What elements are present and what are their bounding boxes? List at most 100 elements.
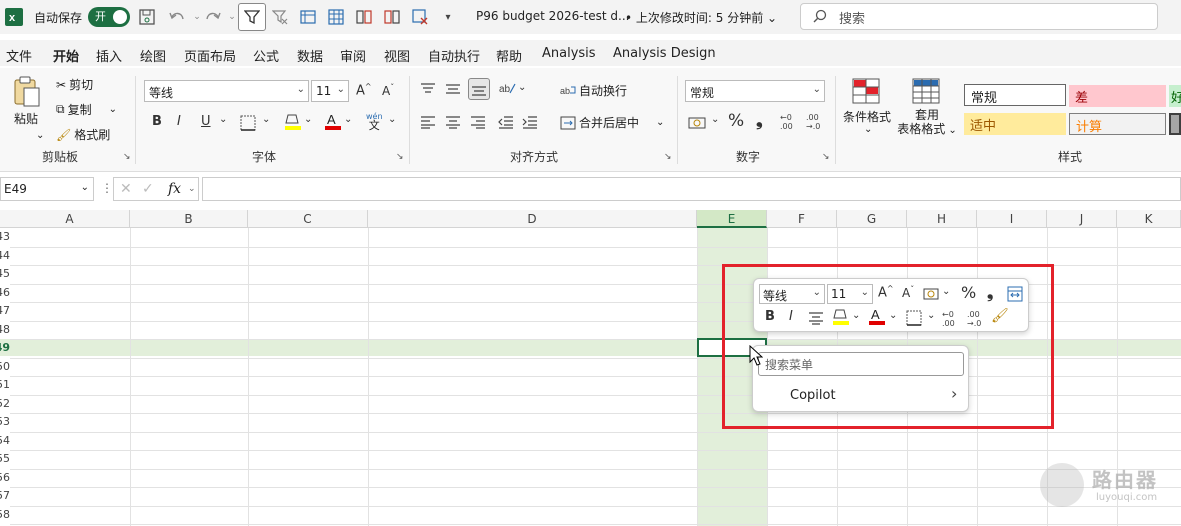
mini-borders-icon[interactable] <box>906 310 922 326</box>
row-header-48[interactable]: 48 <box>0 323 10 342</box>
mini-accounting-icon[interactable] <box>923 287 941 301</box>
row-header-45[interactable]: 45 <box>0 267 10 286</box>
context-menu-item-copilot[interactable]: Copilot <box>790 388 836 403</box>
row-header-52[interactable]: 52 <box>0 397 10 416</box>
shrink-font-icon[interactable]: Aˇ <box>382 83 394 98</box>
conditional-formatting-icon[interactable] <box>852 78 880 104</box>
row-header-53[interactable]: 53 <box>0 415 10 434</box>
row-header-46[interactable]: 46 <box>0 286 10 305</box>
clipboard-launcher-icon[interactable]: ↘ <box>123 152 131 162</box>
merge-dropdown-icon[interactable]: ⌄ <box>656 117 664 128</box>
tab-insert[interactable]: 插入 <box>96 46 122 65</box>
orientation-dropdown-icon[interactable]: ⌄ <box>518 82 526 93</box>
cell-style-bad[interactable]: 差 <box>1069 85 1166 107</box>
mini-grow-font-icon[interactable]: A^ <box>878 284 894 300</box>
row-header-58[interactable]: 58 <box>0 508 10 526</box>
bold-button[interactable]: B <box>152 114 162 129</box>
column-header-e[interactable]: E <box>697 210 767 228</box>
split-columns-icon[interactable] <box>382 7 402 27</box>
paste-dropdown-icon[interactable]: ⌄ <box>36 130 44 141</box>
cell-style-neutral[interactable]: 适中 <box>964 113 1066 135</box>
decrease-decimal-icon[interactable]: .00 →.0 <box>806 113 820 131</box>
column-header-a[interactable]: A <box>10 210 130 228</box>
row-header-47[interactable]: 47 <box>0 304 10 323</box>
column-header-c[interactable]: C <box>248 210 368 228</box>
mini-align-center-icon[interactable] <box>808 311 824 325</box>
align-right-icon[interactable] <box>470 115 486 129</box>
search-box[interactable]: 搜索 <box>800 3 1158 30</box>
align-center-icon[interactable] <box>445 115 461 129</box>
tab-analysis[interactable]: Analysis <box>542 46 596 61</box>
decrease-indent-icon[interactable] <box>498 115 514 129</box>
phonetic-guide-icon[interactable]: wén 文 <box>366 112 383 131</box>
borders-dropdown-icon[interactable]: ⌄ <box>262 114 270 125</box>
mini-shrink-font-icon[interactable]: Aˇ <box>902 285 914 300</box>
mini-font-color-icon[interactable]: A <box>868 307 886 327</box>
fill-color-dropdown-icon[interactable]: ⌄ <box>304 114 312 125</box>
delete-sheet-icon[interactable] <box>410 7 430 27</box>
underline-button[interactable]: U <box>201 114 211 129</box>
columns-icon[interactable] <box>354 7 374 27</box>
font-color-dropdown-icon[interactable]: ⌄ <box>344 114 352 125</box>
tab-file[interactable]: 文件 <box>6 46 32 65</box>
tab-view[interactable]: 视图 <box>384 46 410 65</box>
mini-borders-dropdown-icon[interactable]: ⌄ <box>927 310 935 321</box>
redo-icon[interactable] <box>203 7 223 27</box>
increase-decimal-icon[interactable]: ←0.00 <box>780 113 793 131</box>
phonetic-dropdown-icon[interactable]: ⌄ <box>388 114 396 125</box>
mini-percent-button[interactable]: % <box>961 283 976 302</box>
font-name-dropdown[interactable]: 等线 ⌄ <box>144 80 309 102</box>
column-header-h[interactable]: H <box>907 210 977 228</box>
wrap-text-button[interactable]: ab 自动换行 <box>560 82 627 99</box>
accounting-format-icon[interactable] <box>688 115 708 131</box>
chevron-down-icon[interactable]: ⌄ <box>188 184 196 194</box>
mini-accounting-dropdown-icon[interactable]: ⌄ <box>942 286 950 297</box>
row-header-50[interactable]: 50 <box>0 360 10 379</box>
undo-icon[interactable] <box>167 7 187 27</box>
cell-style-normal[interactable]: 常规 <box>964 84 1066 106</box>
mini-fill-color-dropdown-icon[interactable]: ⌄ <box>852 310 860 321</box>
insert-function-button[interactable]: fx <box>168 181 181 197</box>
cancel-icon[interactable]: ✕ <box>120 181 132 197</box>
row-header-57[interactable]: 57 <box>0 489 10 508</box>
column-header-k[interactable]: K <box>1117 210 1181 228</box>
format-as-table-button[interactable]: 套用 表格格式 ⌄ <box>896 108 958 138</box>
tab-analysis-design[interactable]: Analysis Design <box>613 46 716 61</box>
tab-review[interactable]: 审阅 <box>340 46 366 65</box>
row-header-54[interactable]: 54 <box>0 434 10 453</box>
column-header-f[interactable]: F <box>767 210 837 228</box>
tab-page-layout[interactable]: 页面布局 <box>184 46 236 65</box>
align-middle-icon[interactable] <box>445 82 461 96</box>
clear-filter-icon[interactable] <box>270 7 290 27</box>
alignment-launcher-icon[interactable]: ↘ <box>664 152 672 162</box>
copy-button[interactable]: ⧉ 复制 ⌄ <box>56 101 117 118</box>
font-size-dropdown[interactable]: 11 ⌄ <box>311 80 349 102</box>
conditional-dropdown-icon[interactable]: ⌄ <box>864 124 872 135</box>
conditional-formatting-button[interactable]: 条件格式 <box>843 108 891 125</box>
increase-indent-icon[interactable] <box>522 115 538 129</box>
row-header-55[interactable]: 55 <box>0 452 10 471</box>
row-header-56[interactable]: 56 <box>0 471 10 490</box>
row-header-51[interactable]: 51 <box>0 378 10 397</box>
grow-font-icon[interactable]: A^ <box>356 82 372 98</box>
document-title[interactable]: P96 budget 2026-test d... <box>476 9 629 23</box>
align-bottom-icon[interactable] <box>468 78 490 100</box>
paste-button[interactable]: 粘贴 <box>14 110 38 127</box>
column-header-i[interactable]: I <box>977 210 1047 228</box>
enter-icon[interactable]: ✓ <box>142 181 154 197</box>
row-header-49[interactable]: 49 <box>0 341 10 360</box>
column-header-b[interactable]: B <box>130 210 248 228</box>
formula-input[interactable] <box>202 177 1181 201</box>
tab-formulas[interactable]: 公式 <box>253 46 279 65</box>
mini-italic-button[interactable]: I <box>789 309 793 324</box>
align-top-icon[interactable] <box>420 82 436 96</box>
percent-button[interactable]: % <box>728 111 744 131</box>
underline-dropdown-icon[interactable]: ⌄ <box>219 114 227 125</box>
tab-home[interactable]: 开始 <box>53 46 80 71</box>
format-painter-button[interactable]: 🖌 格式刷 <box>56 126 110 143</box>
cell-style-calculation[interactable]: 计算 <box>1069 113 1166 135</box>
tab-data[interactable]: 数据 <box>297 46 323 65</box>
filter-icon[interactable] <box>238 3 266 31</box>
comma-style-button[interactable]: ❟ <box>756 111 763 131</box>
mini-increase-decimal-icon[interactable]: ←0.00 <box>942 310 955 328</box>
